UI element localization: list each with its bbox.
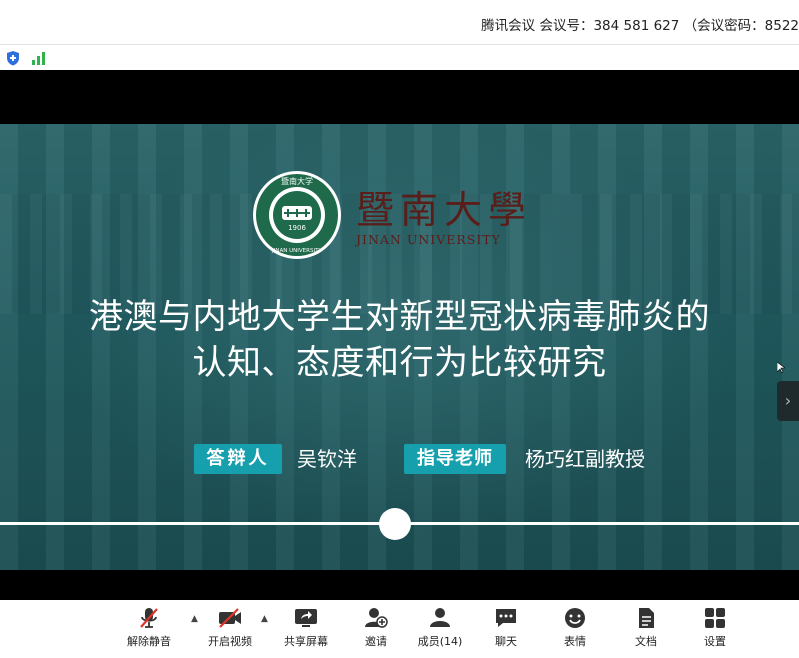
slide-progress-knob — [378, 508, 411, 540]
defender-tag: 答辩人 — [194, 444, 282, 474]
svg-text:1906: 1906 — [288, 224, 306, 232]
chevron-right-icon: › — [784, 391, 792, 410]
advisor-tag: 指导老师 — [404, 444, 506, 474]
svg-text:JINAN UNIVERSITY: JINAN UNIVERSITY — [271, 248, 322, 254]
university-name-cn: 暨南大學 — [356, 188, 533, 232]
slide-title-line-2: 认知、态度和行为比较研究 — [192, 343, 607, 383]
document-icon — [639, 608, 654, 628]
grid-settings-icon — [705, 608, 725, 628]
chat-button[interactable]: 聊天 — [476, 606, 536, 656]
meeting-info: 腾讯会议 会议号：384 581 627 （会议密码：8522 — [481, 18, 799, 34]
members-label: 成员(14) — [417, 635, 463, 648]
university-seal-icon: 1906 暨南大学 JINAN UNIVERSITY — [253, 171, 341, 259]
defense-info: 答辩人 吴钦洋 指导老师 杨巧红副教授 — [0, 444, 799, 478]
invite-button[interactable]: 邀请 — [346, 606, 406, 656]
unmute-label: 解除静音 — [127, 635, 171, 648]
docs-label: 文档 — [635, 635, 657, 648]
members-button[interactable]: 成员(14) — [410, 606, 470, 656]
add-user-icon — [365, 608, 388, 628]
shield-icon[interactable] — [5, 50, 21, 66]
start-video-button[interactable]: 开启视频 — [200, 606, 260, 656]
reactions-label: 表情 — [564, 635, 586, 648]
meeting-toolbar: 解除静音 ▲ 开启视频 ▲ 共享屏幕 邀请 成员(14) 聊天 表情 文档 设置 — [0, 600, 799, 658]
docs-button[interactable]: 文档 — [616, 606, 676, 656]
video-options-caret[interactable]: ▲ — [261, 614, 271, 624]
presentation-slide: 1906 暨南大学 JINAN UNIVERSITY 暨南大學 JINAN UN… — [0, 124, 799, 570]
chat-label: 聊天 — [495, 635, 517, 648]
signal-icon[interactable] — [31, 50, 47, 66]
members-icon — [430, 608, 450, 627]
university-logo: 暨南大學 JINAN UNIVERSITY — [356, 190, 532, 247]
settings-label: 设置 — [704, 635, 726, 648]
reactions-button[interactable]: 表情 — [545, 606, 605, 656]
chat-icon — [496, 609, 516, 627]
start-video-label: 开启视频 — [208, 635, 252, 648]
share-screen-button[interactable]: 共享屏幕 — [276, 606, 336, 656]
mic-off-icon — [140, 608, 158, 628]
university-name-en: JINAN UNIVERSITY — [356, 232, 501, 247]
mouse-cursor-icon — [777, 362, 785, 373]
advisor-name: 杨巧红副教授 — [525, 447, 645, 471]
emoji-icon — [565, 608, 585, 628]
shared-screen-stage: 1906 暨南大学 JINAN UNIVERSITY 暨南大學 JINAN UN… — [0, 70, 799, 600]
share-screen-label: 共享屏幕 — [284, 635, 328, 648]
window-title-bar: 腾讯会议 会议号：384 581 627 （会议密码：8522 — [0, 0, 799, 45]
share-screen-icon — [295, 609, 317, 627]
settings-button[interactable]: 设置 — [685, 606, 745, 656]
svg-text:暨南大学: 暨南大学 — [281, 176, 313, 186]
slide-title-line-1: 港澳与内地大学生对新型冠状病毒肺炎的 — [89, 297, 710, 337]
defender-name: 吴钦洋 — [297, 447, 357, 471]
camera-off-icon — [219, 608, 241, 628]
status-bar — [0, 45, 799, 70]
invite-label: 邀请 — [365, 635, 387, 648]
unmute-button[interactable]: 解除静音 — [119, 606, 179, 656]
next-page-arrow[interactable]: › — [777, 381, 799, 421]
